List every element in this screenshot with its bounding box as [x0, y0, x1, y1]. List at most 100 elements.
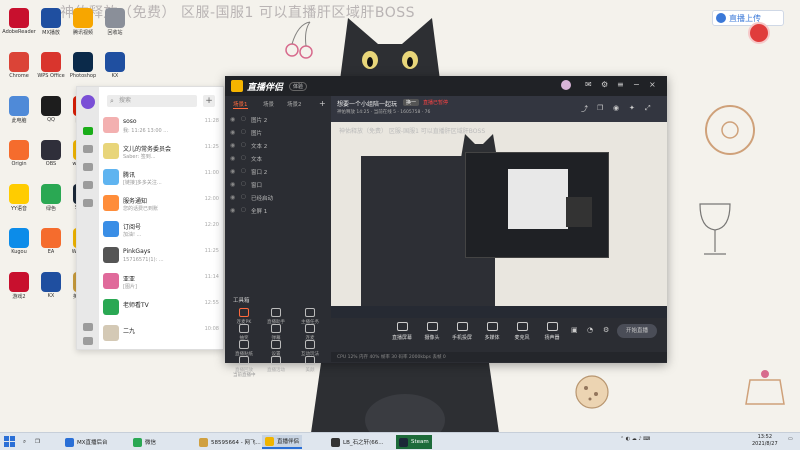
room-tag-button[interactable]: 换一 — [403, 99, 420, 106]
qq-star-icon[interactable] — [83, 163, 93, 171]
qq-chat-item[interactable]: soso 我: 11:26 13:00 ... 11:28 — [99, 113, 225, 139]
desktop-icon[interactable]: Chrome — [2, 52, 36, 88]
lock-icon[interactable]: ▢ — [241, 116, 246, 122]
visibility-eye-icon[interactable]: ◉ — [230, 142, 235, 149]
copy-icon[interactable]: ❐ — [597, 104, 603, 112]
source-control-button[interactable]: 直播屏幕 — [387, 322, 417, 341]
qq-chat-icon[interactable] — [83, 127, 93, 135]
minimize-icon[interactable]: − — [633, 80, 640, 89]
notification-center-icon[interactable]: ▭ — [788, 436, 793, 442]
source-control-button[interactable]: 摄像头 — [417, 322, 447, 341]
qq-chat-item[interactable]: 腾讯 [链接]多多关注... 11:00 — [99, 165, 225, 191]
desktop-icon[interactable]: Photoshop — [66, 52, 100, 88]
search-icon[interactable]: ⌕ — [20, 435, 29, 449]
room-title[interactable]: 想要一个小组陪一起玩 — [337, 99, 397, 108]
qq-add-button[interactable]: + — [203, 95, 215, 107]
settings-icon[interactable]: ⚙ — [601, 80, 608, 89]
desktop-icon[interactable]: 回收站 — [98, 8, 132, 44]
scene-source-row[interactable]: ◉ ▢ 窗口 — [225, 179, 331, 191]
clock[interactable]: 13:52 2021/8/27 — [752, 434, 778, 448]
scene-source-row[interactable]: ◉ ▢ 文本 — [225, 153, 331, 165]
tab-scene-1[interactable]: 场景1 — [233, 100, 248, 109]
desktop-icon[interactable]: EA — [34, 228, 68, 264]
qq-menu-icon[interactable] — [83, 337, 93, 345]
close-icon[interactable]: × — [649, 80, 656, 89]
notification-icon[interactable]: ✉ — [585, 80, 592, 89]
qq-chat-item[interactable]: PinkGays 15716571(1): ... 11:25 — [99, 243, 225, 269]
camera-icon[interactable]: ◉ — [613, 104, 619, 112]
taskbar-app-button[interactable]: MX直播后台 — [62, 435, 111, 449]
add-scene-button[interactable]: + — [319, 99, 326, 108]
desktop-icon[interactable]: QQ — [34, 96, 68, 132]
tab-scene-2[interactable]: 场景2 — [287, 100, 302, 108]
desktop-icon[interactable]: 此电脑 — [2, 96, 36, 132]
scene-source-row[interactable]: ◉ ▢ 图片 2 — [225, 114, 331, 126]
scene-source-row[interactable]: ◉ ▢ 全屏 1 — [225, 205, 331, 217]
task-view-icon[interactable]: ❐ — [32, 435, 43, 449]
tab-scene[interactable]: 场景 — [263, 100, 274, 108]
desktop-icon[interactable]: KX — [98, 52, 132, 88]
desktop-icon[interactable]: WPS Office — [34, 52, 68, 88]
visibility-eye-icon[interactable]: ◉ — [230, 194, 235, 201]
qq-search-input[interactable]: 搜索 — [107, 95, 197, 107]
visibility-eye-icon[interactable]: ◉ — [230, 181, 235, 188]
user-avatar[interactable] — [561, 80, 571, 90]
visibility-eye-icon[interactable]: ◉ — [230, 207, 235, 214]
scene-source-row[interactable]: ◉ ▢ 窗口 2 — [225, 166, 331, 178]
desktop-icon[interactable]: Kugou — [2, 228, 36, 264]
gift-icon[interactable]: ✦ — [629, 104, 635, 112]
desktop-icon[interactable]: 绿色 — [34, 184, 68, 220]
expand-icon[interactable]: ⤢ — [645, 104, 651, 113]
desktop-icon[interactable]: KX — [34, 272, 68, 308]
taskbar-app-button[interactable]: 直播伴侣 — [262, 435, 303, 449]
source-control-button[interactable]: 多媒体 — [477, 322, 507, 341]
qq-space-icon[interactable] — [83, 199, 93, 207]
desktop-icon[interactable]: YY语音 — [2, 184, 36, 220]
qq-chat-item[interactable]: 服务通知 您的话费已到账 12:00 — [99, 191, 225, 217]
qq-chat-item[interactable]: 订阅号 加油! ... 12:20 — [99, 217, 225, 243]
system-tray[interactable]: ⌃ ◐ ☁ ♪ ⌨ — [620, 436, 650, 442]
visibility-eye-icon[interactable]: ◉ — [230, 168, 235, 175]
qq-chat-item[interactable]: 老师看TV 12:55 — [99, 295, 225, 321]
record-icon[interactable]: ▣ — [571, 326, 578, 334]
qq-avatar[interactable] — [81, 95, 95, 109]
menu-icon[interactable]: ≡ — [617, 80, 624, 89]
stream-preview-canvas[interactable]: 神佑释放（免费） 区服-国服1 可以直播肝区域肝BOSS — [331, 122, 667, 318]
source-control-button[interactable]: 手机投屏 — [447, 322, 477, 341]
qq-chat-item[interactable]: 文儿的常务委员会 Saber: 签到... 11:25 — [99, 139, 225, 165]
qq-phone-icon[interactable] — [83, 323, 93, 331]
desktop-icon[interactable]: MX播放 — [34, 8, 68, 44]
gear-icon[interactable]: ⚙ — [603, 326, 609, 334]
lock-icon[interactable]: ▢ — [241, 181, 246, 187]
taskbar-app-button[interactable]: LB_石之轩(66... — [328, 435, 386, 449]
lock-icon[interactable]: ▢ — [241, 142, 246, 148]
desktop-icon[interactable]: 游戏2 — [2, 272, 36, 308]
lock-icon[interactable]: ▢ — [241, 129, 246, 135]
taskbar-app-button[interactable]: 58595664 - 网飞... — [196, 435, 264, 449]
scene-source-row[interactable]: ◉ ▢ 图片 — [225, 127, 331, 139]
taskbar-app-button[interactable]: Steam — [396, 435, 432, 449]
desktop-icon[interactable]: 腾讯视频 — [66, 8, 100, 44]
source-control-button[interactable]: 扬声器 — [537, 322, 567, 341]
qq-chat-item[interactable]: 亚亚 [图片] 11:14 — [99, 269, 225, 295]
source-control-button[interactable]: 麦克风 — [507, 322, 537, 341]
scene-source-row[interactable]: ◉ ▢ 已经启动 — [225, 192, 331, 204]
desktop-icon[interactable]: OBS — [34, 140, 68, 176]
lock-icon[interactable]: ▢ — [241, 168, 246, 174]
visibility-eye-icon[interactable]: ◉ — [230, 129, 235, 136]
live-upload-badge[interactable]: 直播上传 — [712, 10, 784, 26]
lock-icon[interactable]: ▢ — [241, 194, 246, 200]
start-button[interactable] — [4, 436, 16, 448]
qq-contacts-icon[interactable] — [83, 145, 93, 153]
start-live-button[interactable]: 开始直播 — [617, 324, 657, 338]
visibility-eye-icon[interactable]: ◉ — [230, 155, 235, 162]
share-icon[interactable]: ⤴ — [581, 104, 588, 114]
lock-icon[interactable]: ▢ — [241, 155, 246, 161]
desktop-icon[interactable]: AdobeReader — [2, 8, 36, 44]
scene-source-row[interactable]: ◉ ▢ 文本 2 — [225, 140, 331, 152]
timer-icon[interactable]: ◔ — [587, 326, 593, 334]
qq-chat-item[interactable]: 二九 10:08 — [99, 321, 225, 347]
desktop-icon[interactable]: Origin — [2, 140, 36, 176]
qq-folder-icon[interactable] — [83, 181, 93, 189]
visibility-eye-icon[interactable]: ◉ — [230, 116, 235, 123]
